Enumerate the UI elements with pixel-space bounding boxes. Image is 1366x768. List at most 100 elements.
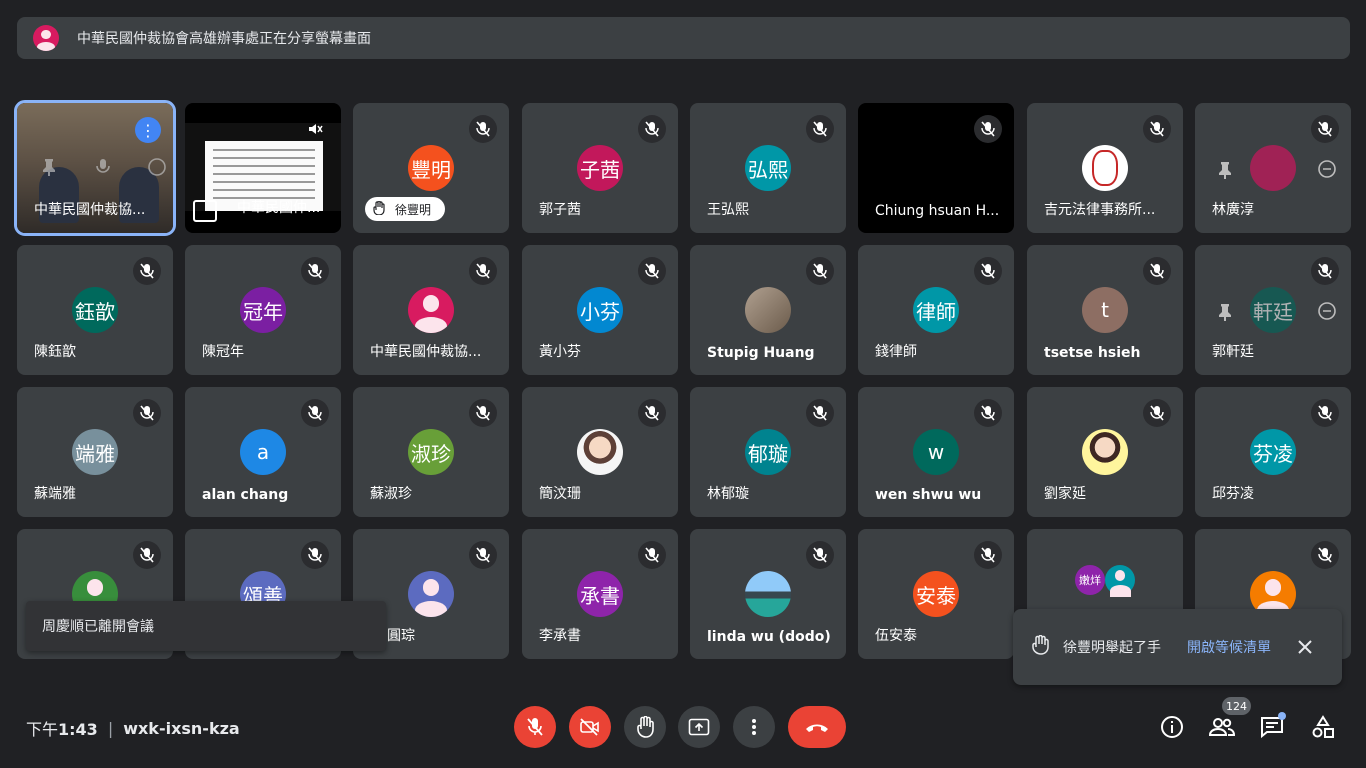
photo-avatar (577, 429, 623, 475)
mic-off-icon (1311, 257, 1339, 285)
participant-name: wen shwu wu (875, 487, 982, 503)
mic-off-icon (469, 115, 497, 143)
separator: | (107, 718, 114, 738)
participant-avatar: 鈺歆 (72, 287, 118, 333)
seal-avatar (1082, 145, 1128, 191)
mic-toggle-button[interactable] (514, 706, 556, 748)
open-queue-link[interactable]: 開啟等候清單 (1187, 637, 1271, 657)
participant-avatar (1250, 145, 1296, 191)
people-icon[interactable] (1209, 714, 1235, 740)
participant-avatar: t (1082, 287, 1128, 333)
mic-off-icon (469, 541, 497, 569)
remove-icon[interactable] (1317, 159, 1337, 183)
participant-tile[interactable]: 承書 李承書 (522, 529, 678, 659)
pin-icon[interactable] (1217, 161, 1233, 183)
participant-tile[interactable]: 劉家延 (1027, 387, 1183, 517)
photo-avatar (1082, 429, 1128, 475)
pin-icon[interactable] (39, 157, 59, 177)
participant-tile[interactable]: 軒廷 郭軒廷 (1195, 245, 1351, 375)
participant-avatar: 芬凌 (1250, 429, 1296, 475)
participant-count-badge: 124 (1222, 697, 1251, 715)
clock: 下午1:43 (26, 720, 98, 739)
participant-tile[interactable]: 冠年 陳冠年 (185, 245, 341, 375)
remove-icon[interactable] (1317, 301, 1337, 325)
participant-name: linda wu (dodo) (707, 629, 831, 645)
participant-tile[interactable]: 芬凌 邱芬凌 (1195, 387, 1351, 517)
photo-avatar (745, 287, 791, 333)
mic-off-icon (1143, 257, 1171, 285)
participant-avatar: 小芬 (577, 287, 623, 333)
participant-tile[interactable]: 端雅 蘇端雅 (17, 387, 173, 517)
participant-name: 郭軒廷 (1212, 344, 1254, 360)
raised-hand-chip: 徐豐明 (365, 197, 446, 221)
participant-tile[interactable]: a alan chang (185, 387, 341, 517)
participant-tile[interactable]: 律師 錢律師 (858, 245, 1014, 375)
participant-tile[interactable]: 林廣淳 (1195, 103, 1351, 233)
participant-tile-presentation[interactable]: 中華民國仲... (185, 103, 341, 233)
participant-tile[interactable]: 中華民國仲裁協... (353, 245, 509, 375)
mic-off-icon (806, 399, 834, 427)
default-person-avatar (408, 571, 454, 617)
participant-tile[interactable]: 子茜 郭子茜 (522, 103, 678, 233)
participant-tile[interactable]: w wen shwu wu (858, 387, 1014, 517)
participant-name: 郭子茜 (539, 202, 581, 218)
mic-off-icon (806, 115, 834, 143)
participant-name: 蘇端雅 (34, 486, 76, 502)
participant-tile[interactable]: t tsetse hsieh (1027, 245, 1183, 375)
mic-off-icon (1143, 399, 1171, 427)
participant-tile[interactable]: 豐明 徐豐明 (353, 103, 509, 233)
participant-tile-presenter-camera[interactable]: ⋮ 中華民國仲裁協... (14, 100, 176, 236)
participant-name: 劉家延 (1044, 486, 1086, 502)
participant-tile[interactable]: Chiung hsuan H... (858, 103, 1014, 233)
participant-name: Chiung hsuan H... (875, 203, 1000, 219)
remove-icon[interactable] (147, 157, 167, 177)
mic-off-icon (638, 399, 666, 427)
participant-tile[interactable]: 吉元法律事務所... (1027, 103, 1183, 233)
participant-tile[interactable]: 簡汶珊 (522, 387, 678, 517)
meeting-code: wxk-ixsn-kza (123, 718, 240, 738)
participant-name: 林廣淳 (1212, 202, 1254, 218)
meeting-details-icon[interactable] (1159, 714, 1185, 740)
participant-tile[interactable]: 郁璇 林郁璇 (690, 387, 846, 517)
participant-tile[interactable]: 鈺歆 陳鈺歆 (17, 245, 173, 375)
participant-name: 黃小芬 (539, 344, 581, 360)
mic-off-icon (1311, 115, 1339, 143)
hand-icon (373, 199, 385, 218)
participant-tile[interactable]: Stupig Huang (690, 245, 846, 375)
raised-hand-text: 徐豐明舉起了手 (1063, 640, 1161, 656)
mic-off-icon (301, 399, 329, 427)
close-icon[interactable] (1293, 635, 1317, 659)
raise-hand-button[interactable] (624, 706, 666, 748)
mic-off-icon (301, 257, 329, 285)
participant-name: 伍安泰 (875, 628, 917, 644)
participant-tile[interactable]: 小芬 黃小芬 (522, 245, 678, 375)
mic-icon[interactable] (93, 157, 113, 177)
participant-name: 錢律師 (875, 344, 917, 360)
participant-tile[interactable]: linda wu (dodo) (690, 529, 846, 659)
participant-avatar: w (913, 429, 959, 475)
participant-avatar: 律師 (913, 287, 959, 333)
participant-avatar: 軒廷 (1250, 287, 1296, 333)
activities-icon[interactable] (1310, 714, 1336, 740)
mic-off-icon (133, 399, 161, 427)
raised-hand-notification: 徐豐明舉起了手 開啟等候清單 (1013, 609, 1342, 685)
camera-toggle-button[interactable] (569, 706, 611, 748)
mic-off-icon (638, 257, 666, 285)
participant-tile[interactable]: 弘熙 王弘熙 (690, 103, 846, 233)
default-person-avatar (408, 287, 454, 333)
participant-tile[interactable]: 安泰 伍安泰 (858, 529, 1014, 659)
more-options-icon[interactable]: ⋮ (135, 117, 161, 143)
toast-text: 周慶順已離開會議 (42, 619, 154, 635)
pin-icon[interactable] (1217, 303, 1233, 325)
participant-avatar: 淑珍 (408, 429, 454, 475)
participant-tile[interactable]: 淑珍 蘇淑珍 (353, 387, 509, 517)
present-screen-button[interactable] (678, 706, 720, 748)
participant-avatar: 豐明 (408, 145, 454, 191)
more-options-button[interactable] (733, 706, 775, 748)
participant-name: 中華民國仲... (237, 200, 321, 216)
leave-call-button[interactable] (788, 706, 846, 748)
participant-avatar: 端雅 (72, 429, 118, 475)
screen-share-text: 中華民國仲裁協會高雄辦事處正在分享螢幕畫面 (77, 31, 371, 47)
mic-off-icon (638, 541, 666, 569)
hand-icon (1031, 634, 1049, 659)
